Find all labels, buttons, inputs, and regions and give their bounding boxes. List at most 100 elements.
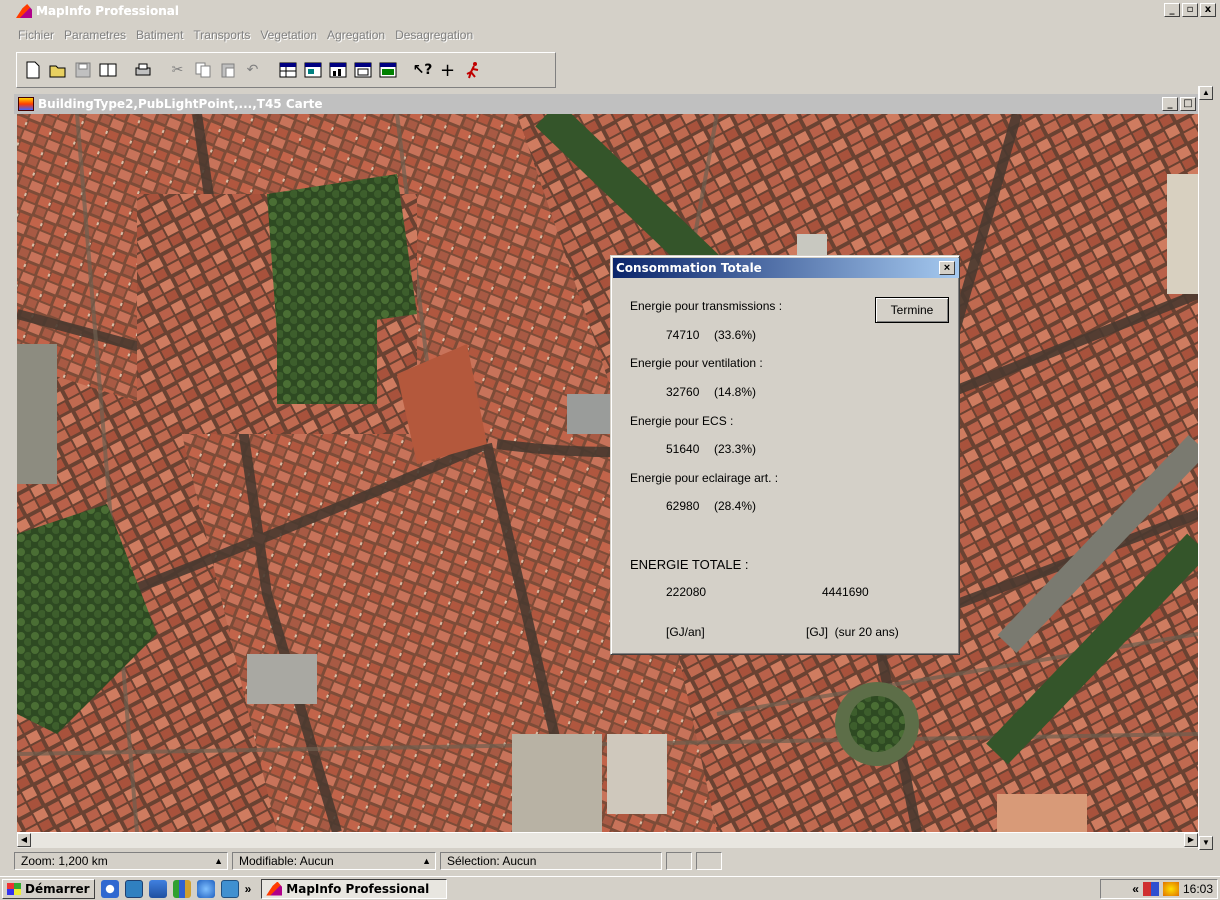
quicklaunch-explorer-icon[interactable]: [148, 879, 167, 898]
zoom-status[interactable]: Zoom: 1,200 km ▲: [14, 852, 228, 870]
menu-fichier[interactable]: Fichier: [18, 28, 54, 42]
app-titlebar[interactable]: MapInfo Professional _ ▫ x: [0, 0, 1220, 22]
start-button[interactable]: Démarrer: [2, 878, 95, 899]
consommation-dialog: Consommation Totale × Termine Energie po…: [610, 255, 960, 655]
scroll-right-icon[interactable]: ▶: [1184, 833, 1198, 847]
paste-icon[interactable]: [216, 59, 239, 82]
quicklaunch-chart-icon[interactable]: [172, 879, 191, 898]
total-annual-value: 222080: [666, 585, 707, 599]
map-window-title: BuildingType2,PubLightPoint,...,T45 Cart…: [38, 97, 323, 111]
quicklaunch-browser-icon[interactable]: [196, 879, 215, 898]
aerial-map-canvas[interactable]: [17, 114, 1198, 832]
minimize-icon[interactable]: _: [1164, 3, 1180, 17]
crosshair-icon[interactable]: +: [436, 59, 459, 82]
zoom-status-text: Zoom: 1,200 km: [21, 854, 108, 868]
total-label: ENERGIE TOTALE :: [630, 557, 749, 572]
scroll-down-icon[interactable]: ▼: [1199, 836, 1213, 850]
scroll-up-icon[interactable]: ▲: [1199, 86, 1213, 100]
map-window-titlebar[interactable]: BuildingType2,PubLightPoint,...,T45 Cart…: [14, 94, 1198, 114]
copy-icon[interactable]: [191, 59, 214, 82]
tray-expand-icon[interactable]: «: [1132, 882, 1139, 896]
unit-20y: [GJ] (sur 20 ans): [806, 625, 899, 639]
dialog-title: Consommation Totale: [616, 261, 762, 275]
menu-bar: Fichier Parametres Batiment Transports V…: [0, 22, 1220, 48]
help-pointer-icon[interactable]: ↖?: [411, 59, 434, 82]
horizontal-scrollbar[interactable]: ◀ ▶: [17, 832, 1198, 848]
ventilation-label: Energie pour ventilation :: [630, 356, 763, 370]
close-icon[interactable]: x: [1200, 3, 1216, 17]
undo-icon[interactable]: ↶: [241, 59, 264, 82]
task-mapinfo-button[interactable]: MapInfo Professional: [261, 878, 448, 899]
status-cell-empty-1: [666, 852, 692, 870]
map-maximize-icon[interactable]: □: [1180, 97, 1196, 111]
total-20y-value: 4441690: [822, 585, 869, 599]
network-tray-icon[interactable]: [1142, 882, 1159, 896]
status-bar: Zoom: 1,200 km ▲ Modifiable: Aucun ▲ Sél…: [14, 852, 1220, 872]
new-icon[interactable]: [21, 59, 44, 82]
new-layout-icon[interactable]: [351, 59, 374, 82]
ecs-label: Energie pour ECS :: [630, 414, 734, 428]
print-icon[interactable]: [131, 59, 154, 82]
unit-annual: [GJ/an]: [666, 625, 705, 639]
mapinfo-logo-icon: [16, 4, 32, 18]
modifiable-status-text: Modifiable: Aucun: [239, 854, 334, 868]
status-cell-empty-2: [696, 852, 722, 870]
ventilation-value: 32760: [666, 385, 700, 399]
windows-flag-icon: [7, 882, 21, 895]
aerial-photo: [17, 114, 1198, 832]
open-icon[interactable]: [46, 59, 69, 82]
termine-button[interactable]: Termine: [875, 297, 949, 323]
quicklaunch-more-icon[interactable]: »: [245, 882, 252, 896]
dialog-close-icon[interactable]: ×: [939, 261, 955, 275]
menu-vegetation[interactable]: Vegetation: [260, 28, 317, 42]
volume-tray-icon[interactable]: [1162, 882, 1179, 896]
scroll-left-icon[interactable]: ◀: [17, 833, 31, 847]
quicklaunch-desktop-icon[interactable]: [124, 879, 143, 898]
run-icon[interactable]: [461, 59, 484, 82]
map-window-icon: [18, 97, 34, 111]
eclairage-pct: (28.4%): [714, 499, 757, 513]
app-title: MapInfo Professional: [36, 4, 179, 18]
standard-toolbar: ✂ ↶ ↖? +: [16, 52, 556, 88]
restore-icon[interactable]: ▫: [1182, 3, 1198, 17]
menu-agregation[interactable]: Agregation: [327, 28, 385, 42]
cut-icon[interactable]: ✂: [166, 59, 189, 82]
modifiable-status[interactable]: Modifiable: Aucun ▲: [232, 852, 436, 870]
map-window: BuildingType2,PubLightPoint,...,T45 Cart…: [14, 94, 1198, 850]
map-minimize-icon[interactable]: _: [1162, 97, 1178, 111]
windows-taskbar: Démarrer » MapInfo Professional « 16:03: [0, 876, 1220, 900]
transmissions-value: 74710: [666, 328, 700, 342]
clock: 16:03: [1182, 882, 1213, 896]
menu-parametres[interactable]: Parametres: [64, 28, 126, 42]
menu-transports[interactable]: Transports: [193, 28, 250, 42]
new-browser-icon[interactable]: [276, 59, 299, 82]
redistrict-icon[interactable]: [376, 59, 399, 82]
start-label: Démarrer: [25, 881, 90, 896]
menu-batiment[interactable]: Batiment: [136, 28, 183, 42]
menu-desagregation[interactable]: Desagregation: [395, 28, 473, 42]
selection-status[interactable]: Sélection: Aucun: [440, 852, 662, 870]
new-grapher-icon[interactable]: [326, 59, 349, 82]
caret-up-icon: ▲: [422, 856, 431, 866]
app-window: MapInfo Professional _ ▫ x Fichier Param…: [0, 0, 1220, 900]
new-mapper-icon[interactable]: [301, 59, 324, 82]
dialog-titlebar[interactable]: Consommation Totale ×: [613, 258, 959, 278]
eclairage-label: Energie pour eclairage art. :: [630, 471, 779, 485]
eclairage-value: 62980: [666, 499, 700, 513]
close-window-icon[interactable]: [96, 59, 119, 82]
mapinfo-logo-icon: [266, 881, 283, 896]
ecs-pct: (23.3%): [714, 442, 757, 456]
transmissions-pct: (33.6%): [714, 328, 757, 342]
system-tray: « 16:03: [1100, 879, 1218, 899]
quicklaunch-mail-icon[interactable]: [220, 879, 239, 898]
task-label: MapInfo Professional: [286, 881, 430, 896]
ecs-value: 51640: [666, 442, 700, 456]
save-icon[interactable]: [71, 59, 94, 82]
quicklaunch-ie-icon[interactable]: [100, 879, 119, 898]
help-glyph: ?: [424, 62, 433, 78]
vertical-scrollbar[interactable]: ▲ ▼: [1198, 86, 1214, 850]
caret-up-icon: ▲: [214, 856, 223, 866]
ventilation-pct: (14.8%): [714, 385, 757, 399]
transmissions-label: Energie pour transmissions :: [630, 299, 783, 313]
selection-status-text: Sélection: Aucun: [447, 854, 537, 868]
